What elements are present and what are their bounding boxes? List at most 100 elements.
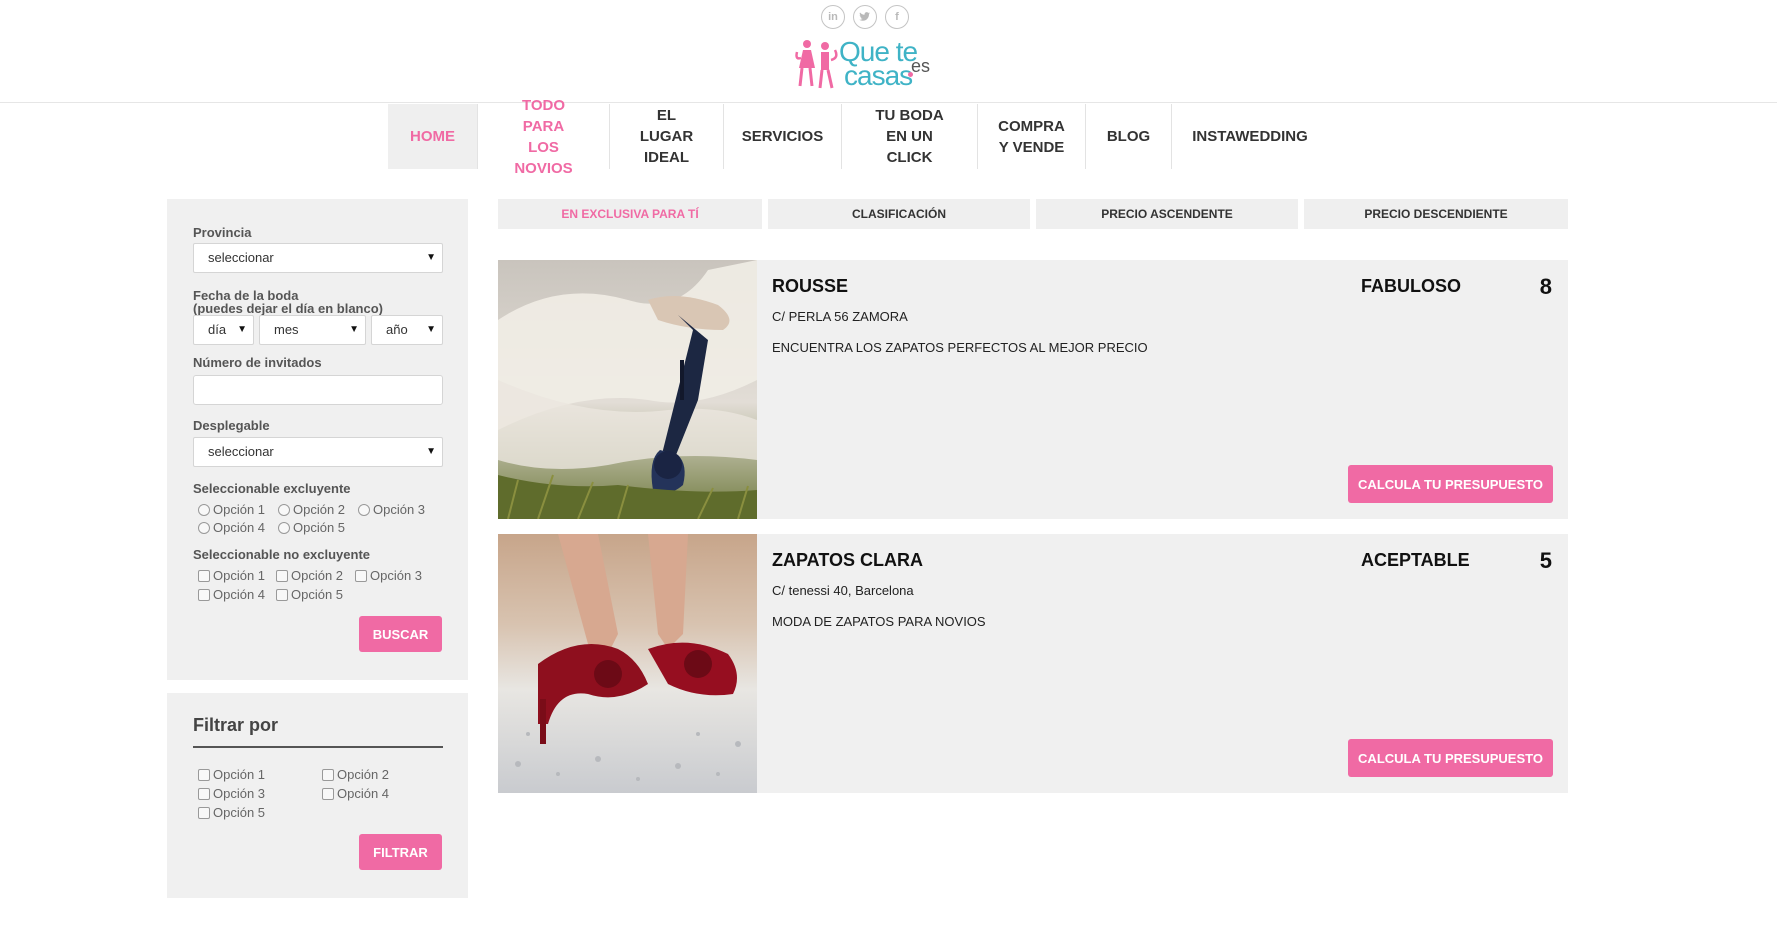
tab-en-exclusiva[interactable]: EN EXCLUSIVA PARA TÍ bbox=[498, 199, 762, 229]
tab-clasificacion[interactable]: CLASIFICACIÓN bbox=[768, 199, 1030, 229]
radio-option-label: Opción 4 bbox=[213, 520, 266, 535]
listing-score: 8 bbox=[1539, 274, 1552, 299]
radio-option[interactable]: Opción 5 bbox=[278, 520, 345, 535]
radio-circle[interactable] bbox=[198, 521, 210, 534]
listing-name[interactable]: ROUSSE bbox=[772, 276, 848, 297]
nav-compra-y-vende[interactable]: COMPRA Y VENDE bbox=[978, 104, 1086, 169]
chevron-down-icon: ▼ bbox=[426, 446, 436, 457]
checkbox-option[interactable]: Opción 1 bbox=[198, 568, 265, 583]
filter-checkbox-option[interactable]: Opción 3 bbox=[198, 786, 265, 801]
nav-el-lugar-ideal[interactable]: EL LUGAR IDEAL bbox=[610, 104, 724, 169]
listing-rating: FABULOSO bbox=[1361, 276, 1462, 296]
checkbox[interactable] bbox=[355, 569, 367, 582]
checkbox-option-label: Opción 3 bbox=[370, 568, 423, 583]
nav-lugar-label: EL LUGAR IDEAL bbox=[639, 107, 694, 166]
dia-select[interactable]: día ▼ bbox=[193, 315, 254, 345]
mes-select[interactable]: mes ▼ bbox=[259, 315, 366, 345]
social-links: in f bbox=[821, 5, 909, 29]
checkbox-option[interactable]: Opción 2 bbox=[276, 568, 343, 583]
tab-precio-ascendente[interactable]: PRECIO ASCENDENTE bbox=[1036, 199, 1298, 229]
radio-option[interactable]: Opción 2 bbox=[278, 502, 345, 517]
listing-photo-blue-shoe[interactable] bbox=[498, 260, 757, 519]
checkbox-option-label: Opción 2 bbox=[291, 568, 344, 583]
checkbox-option[interactable]: Opción 3 bbox=[355, 568, 422, 583]
filter-option-label: Opción 1 bbox=[213, 767, 266, 782]
calcula-presupuesto-button[interactable]: CALCULA TU PRESUPUESTO bbox=[1348, 465, 1553, 503]
filter-option-label: Opción 2 bbox=[337, 767, 390, 782]
checkbox[interactable] bbox=[198, 806, 210, 819]
checkbox[interactable] bbox=[276, 588, 288, 601]
radio-circle[interactable] bbox=[278, 503, 290, 516]
listing-rating: ACEPTABLE bbox=[1361, 550, 1470, 570]
radio-option-label: Opción 5 bbox=[293, 520, 346, 535]
excluyente-label: Seleccionable excluyente bbox=[193, 481, 351, 496]
checkbox[interactable] bbox=[322, 768, 334, 781]
dia-select-value: día bbox=[208, 322, 227, 337]
filter-divider bbox=[193, 746, 443, 748]
nav-home[interactable]: HOME bbox=[388, 104, 478, 169]
site-header: in f Que te casas es bbox=[0, 0, 1777, 103]
radio-option-label: Opción 1 bbox=[213, 502, 266, 517]
radio-circle[interactable] bbox=[358, 503, 370, 516]
nav-home-label: HOME bbox=[410, 128, 455, 145]
chevron-down-icon: ▼ bbox=[426, 252, 436, 263]
radio-option[interactable]: Opción 1 bbox=[198, 502, 265, 517]
nav-instawedding-label: INSTAWEDDING bbox=[1192, 128, 1308, 145]
checkbox[interactable] bbox=[276, 569, 288, 582]
buscar-button[interactable]: BUSCAR bbox=[359, 616, 442, 652]
anio-select[interactable]: año ▼ bbox=[371, 315, 443, 345]
radio-circle[interactable] bbox=[278, 521, 290, 534]
filter-option-label: Opción 4 bbox=[337, 786, 390, 801]
nav-servicios-label: SERVICIOS bbox=[741, 128, 824, 145]
desplegable-select[interactable]: seleccionar ▼ bbox=[193, 437, 443, 467]
site-logo[interactable]: Que te casas es bbox=[795, 36, 945, 92]
filter-checkbox-option[interactable]: Opción 5 bbox=[198, 805, 265, 820]
listing-score: 5 bbox=[1539, 548, 1552, 573]
radio-option[interactable]: Opción 4 bbox=[198, 520, 265, 535]
listing-address: C/ PERLA 56 ZAMORA bbox=[772, 309, 908, 324]
filtrar-button[interactable]: FILTRAR bbox=[359, 834, 442, 870]
filter-title: Filtrar por bbox=[193, 715, 279, 735]
logo-text-es: es bbox=[911, 56, 931, 76]
nav-blog-label: BLOG bbox=[1106, 128, 1151, 145]
filter-option-label: Opción 5 bbox=[213, 805, 266, 820]
mes-select-value: mes bbox=[274, 322, 299, 337]
checkbox-option[interactable]: Opción 4 bbox=[198, 587, 265, 602]
filter-checkbox-option[interactable]: Opción 2 bbox=[322, 767, 389, 782]
checkbox[interactable] bbox=[322, 787, 334, 800]
checkbox[interactable] bbox=[198, 787, 210, 800]
chevron-down-icon: ▼ bbox=[349, 324, 359, 335]
filter-checkbox-option[interactable]: Opción 1 bbox=[198, 767, 265, 782]
nav-servicios[interactable]: SERVICIOS bbox=[724, 104, 842, 169]
calcula-presupuesto-button[interactable]: CALCULA TU PRESUPUESTO bbox=[1348, 739, 1553, 777]
desplegable-select-value: seleccionar bbox=[208, 444, 274, 459]
checkbox[interactable] bbox=[198, 768, 210, 781]
checkbox-option-label: Opción 1 bbox=[213, 568, 266, 583]
listing-photo-red-shoes[interactable] bbox=[498, 534, 757, 793]
radio-circle[interactable] bbox=[198, 503, 210, 516]
listing-description: ENCUENTRA LOS ZAPATOS PERFECTOS AL MEJOR… bbox=[772, 340, 1148, 355]
linkedin-icon[interactable]: in bbox=[821, 5, 845, 29]
filter-checkbox-option[interactable]: Opción 4 bbox=[322, 786, 389, 801]
checkbox[interactable] bbox=[198, 588, 210, 601]
nav-compra-label: COMPRA Y VENDE bbox=[998, 117, 1065, 156]
checkbox-option[interactable]: Opción 5 bbox=[276, 587, 343, 602]
checkbox[interactable] bbox=[198, 569, 210, 582]
invitados-input[interactable] bbox=[193, 375, 443, 405]
listing-name[interactable]: ZAPATOS CLARA bbox=[772, 550, 923, 571]
filter-option-label: Opción 3 bbox=[213, 786, 266, 801]
checkbox-option-label: Opción 4 bbox=[213, 587, 266, 602]
provincia-select[interactable]: seleccionar ▼ bbox=[193, 243, 443, 273]
nav-instawedding[interactable]: INSTAWEDDING bbox=[1172, 104, 1328, 169]
tab-precio-descendiente[interactable]: PRECIO DESCENDIENTE bbox=[1304, 199, 1568, 229]
radio-option[interactable]: Opción 3 bbox=[358, 502, 425, 517]
nav-todo-para-los-novios[interactable]: TODO PARA LOS NOVIOS bbox=[478, 97, 610, 177]
anio-select-value: año bbox=[386, 322, 408, 337]
twitter-icon[interactable] bbox=[853, 5, 877, 29]
nav-tu-boda-en-un-click[interactable]: TU BODA EN UN CLICK bbox=[842, 104, 978, 169]
facebook-icon[interactable]: f bbox=[885, 5, 909, 29]
listing-address: C/ tenessi 40, Barcelona bbox=[772, 583, 914, 598]
filter-panel: Filtrar por Opción 1 Opción 2 Opción 3 O… bbox=[167, 693, 468, 898]
radio-option-label: Opción 2 bbox=[293, 502, 346, 517]
nav-blog[interactable]: BLOG bbox=[1086, 104, 1172, 169]
